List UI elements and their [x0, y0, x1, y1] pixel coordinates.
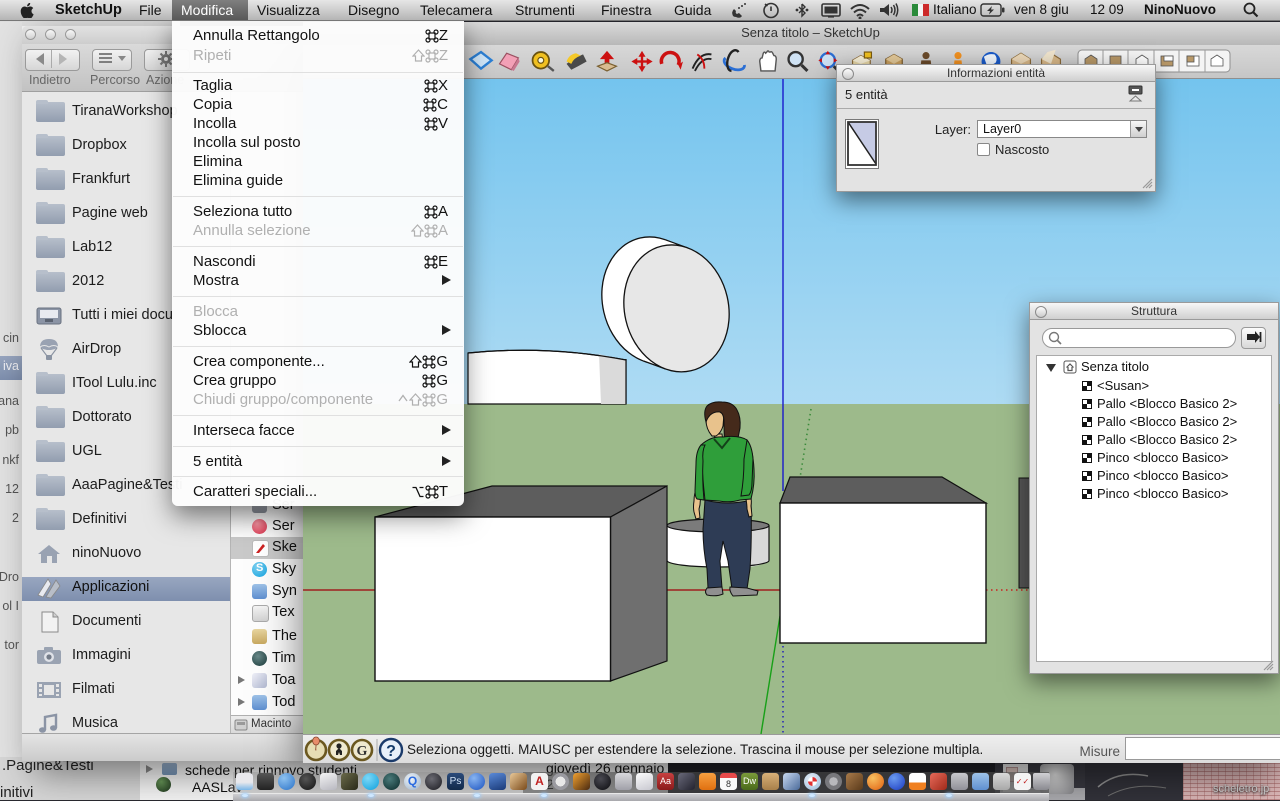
svg-text:G: G — [357, 744, 368, 759]
svg-text:?: ? — [386, 743, 396, 760]
